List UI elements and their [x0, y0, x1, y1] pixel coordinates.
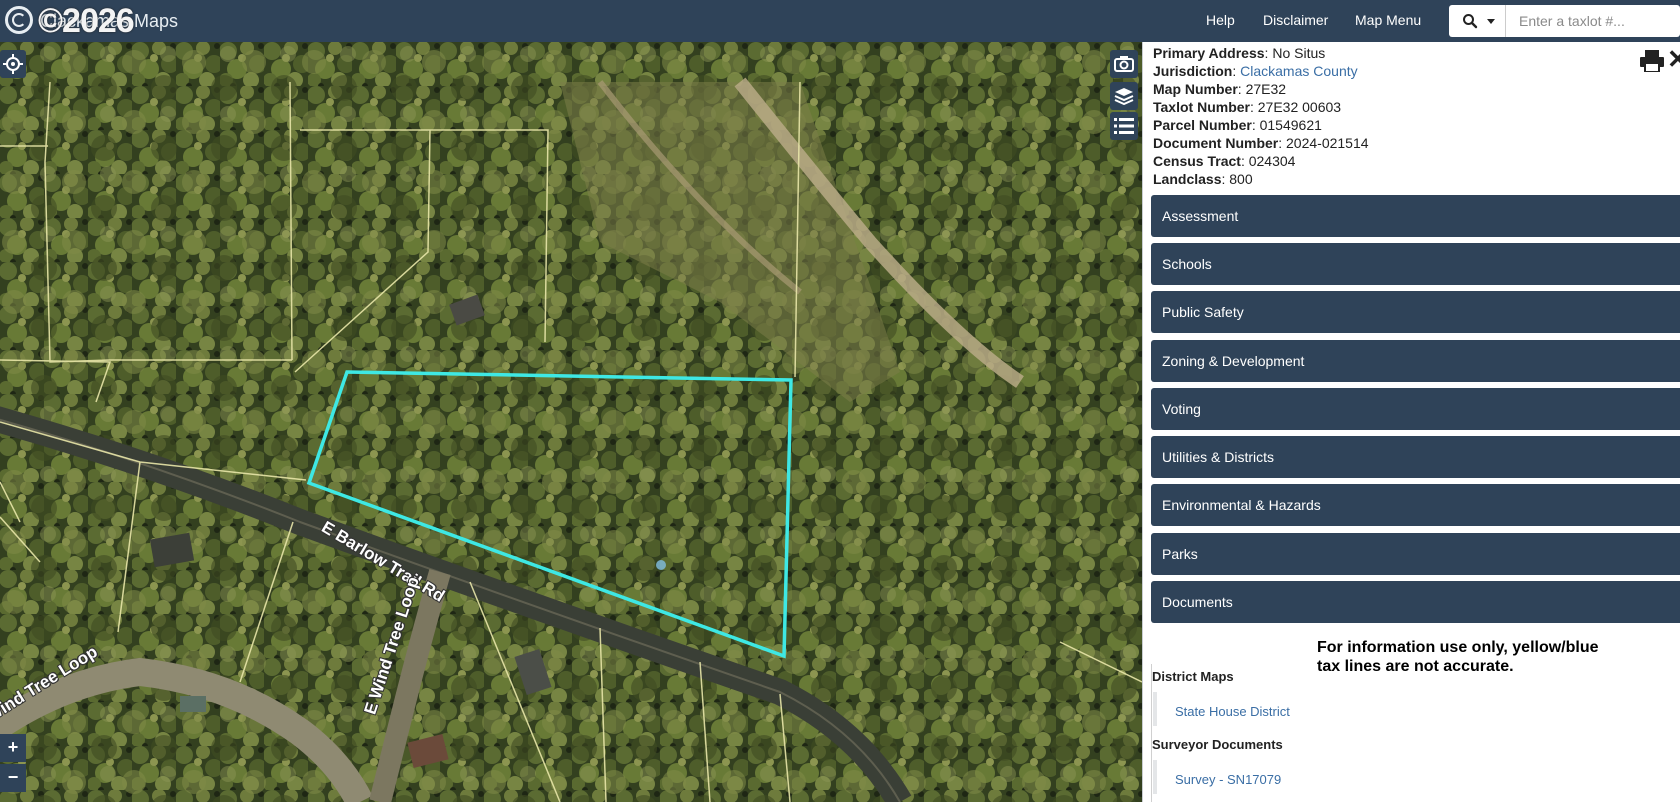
primary-address-row: Primary Address: No Situs: [1153, 45, 1326, 61]
survey-document-link[interactable]: Survey - SN17079: [1175, 772, 1281, 787]
landclass-value: 800: [1229, 171, 1253, 187]
section-schools[interactable]: Schools: [1151, 243, 1680, 285]
caret-down-icon: [1487, 19, 1495, 24]
census-tract-label: Census Tract: [1153, 153, 1241, 169]
disclaimer-line-2: tax lines are not accurate.: [1317, 658, 1514, 675]
parcel-number-label: Parcel Number: [1153, 117, 1252, 133]
parcel-number-row: Parcel Number: 01549621: [1153, 117, 1322, 133]
layers-icon: [1114, 88, 1134, 105]
taxlot-number-label: Taxlot Number: [1153, 99, 1250, 115]
section-environmental-hazards[interactable]: Environmental & Hazards: [1151, 484, 1680, 526]
zoom-in-button[interactable]: +: [0, 734, 26, 762]
locate-me-button[interactable]: [0, 50, 26, 78]
print-icon[interactable]: [1640, 50, 1664, 72]
taxlot-number-value: 27E32 00603: [1257, 99, 1342, 115]
district-maps-title: District Maps: [1152, 669, 1234, 684]
aerial-imagery: [0, 42, 1142, 802]
parcel-number-value: 01549621: [1259, 117, 1322, 133]
search-icon: [1463, 14, 1478, 29]
nav-map-menu-link[interactable]: Map Menu: [1355, 12, 1421, 28]
layers-button[interactable]: [1110, 82, 1138, 110]
state-house-district-link[interactable]: State House District: [1175, 704, 1290, 719]
watermark-year: ©2026: [38, 2, 135, 40]
disclaimer-line-1: For information use only, yellow/blue: [1317, 639, 1599, 656]
close-icon[interactable]: ✕: [1667, 46, 1680, 72]
search-type-dropdown[interactable]: [1449, 5, 1506, 37]
section-public-safety[interactable]: Public Safety: [1151, 291, 1680, 333]
list-icon: [1114, 118, 1134, 134]
primary-address-value: No Situs: [1272, 45, 1326, 61]
nav-disclaimer-link[interactable]: Disclaimer: [1263, 12, 1328, 28]
map-number-value: 27E32: [1245, 81, 1287, 97]
landclass-label: Landclass: [1153, 171, 1222, 187]
document-number-label: Document Number: [1153, 135, 1279, 151]
document-number-row: Document Number: 2024-021514: [1153, 135, 1369, 151]
section-zoning-development[interactable]: Zoning & Development: [1151, 340, 1680, 382]
zoom-out-button[interactable]: −: [0, 764, 26, 792]
map-view[interactable]: E Barlow Trail Rd E Wind Tree Loop Wind …: [0, 42, 1142, 802]
document-number-value: 2024-021514: [1286, 135, 1369, 151]
screenshot-button[interactable]: [1110, 50, 1138, 78]
crosshair-icon: [3, 54, 23, 74]
app-window: Clackamas Maps ©2026 Help Disclaimer Map…: [0, 0, 1680, 802]
jurisdiction-link[interactable]: Clackamas County: [1240, 63, 1358, 79]
taxlot-search: [1449, 5, 1680, 37]
map-number-label: Map Number: [1153, 81, 1238, 97]
parcel-info-panel: Primary Address: No Situs Jurisdiction: …: [1142, 42, 1680, 802]
surveyor-documents-title: Surveyor Documents: [1152, 737, 1283, 752]
county-logo-icon[interactable]: [5, 6, 33, 34]
census-tract-value: 024304: [1248, 153, 1296, 169]
landclass-row: Landclass: 800: [1153, 171, 1253, 187]
census-tract-row: Census Tract: 024304: [1153, 153, 1296, 169]
section-parks[interactable]: Parks: [1151, 533, 1680, 575]
surveyor-documents-bar: [1153, 760, 1157, 794]
disclaimer-overlay: For information use only, yellow/blue ta…: [1317, 638, 1599, 676]
section-voting[interactable]: Voting: [1151, 388, 1680, 430]
section-documents[interactable]: Documents: [1151, 581, 1680, 623]
section-assessment[interactable]: Assessment: [1151, 195, 1680, 237]
documents-content: District Maps State House District Surve…: [1151, 664, 1680, 802]
district-maps-bar: [1153, 692, 1157, 726]
map-number-row: Map Number: 27E32: [1153, 81, 1287, 97]
top-bar: Clackamas Maps ©2026 Help Disclaimer Map…: [0, 0, 1680, 42]
taxlot-search-input[interactable]: [1507, 5, 1680, 37]
nav-help-link[interactable]: Help: [1206, 12, 1235, 28]
jurisdiction-label: Jurisdiction: [1153, 63, 1233, 79]
section-utilities-districts[interactable]: Utilities & Districts: [1151, 436, 1680, 478]
legend-button[interactable]: [1110, 112, 1138, 140]
camera-icon: [1114, 56, 1134, 72]
jurisdiction-row: Jurisdiction: Clackamas County: [1153, 63, 1358, 79]
primary-address-label: Primary Address: [1153, 45, 1265, 61]
taxlot-number-row: Taxlot Number: 27E32 00603: [1153, 99, 1342, 115]
